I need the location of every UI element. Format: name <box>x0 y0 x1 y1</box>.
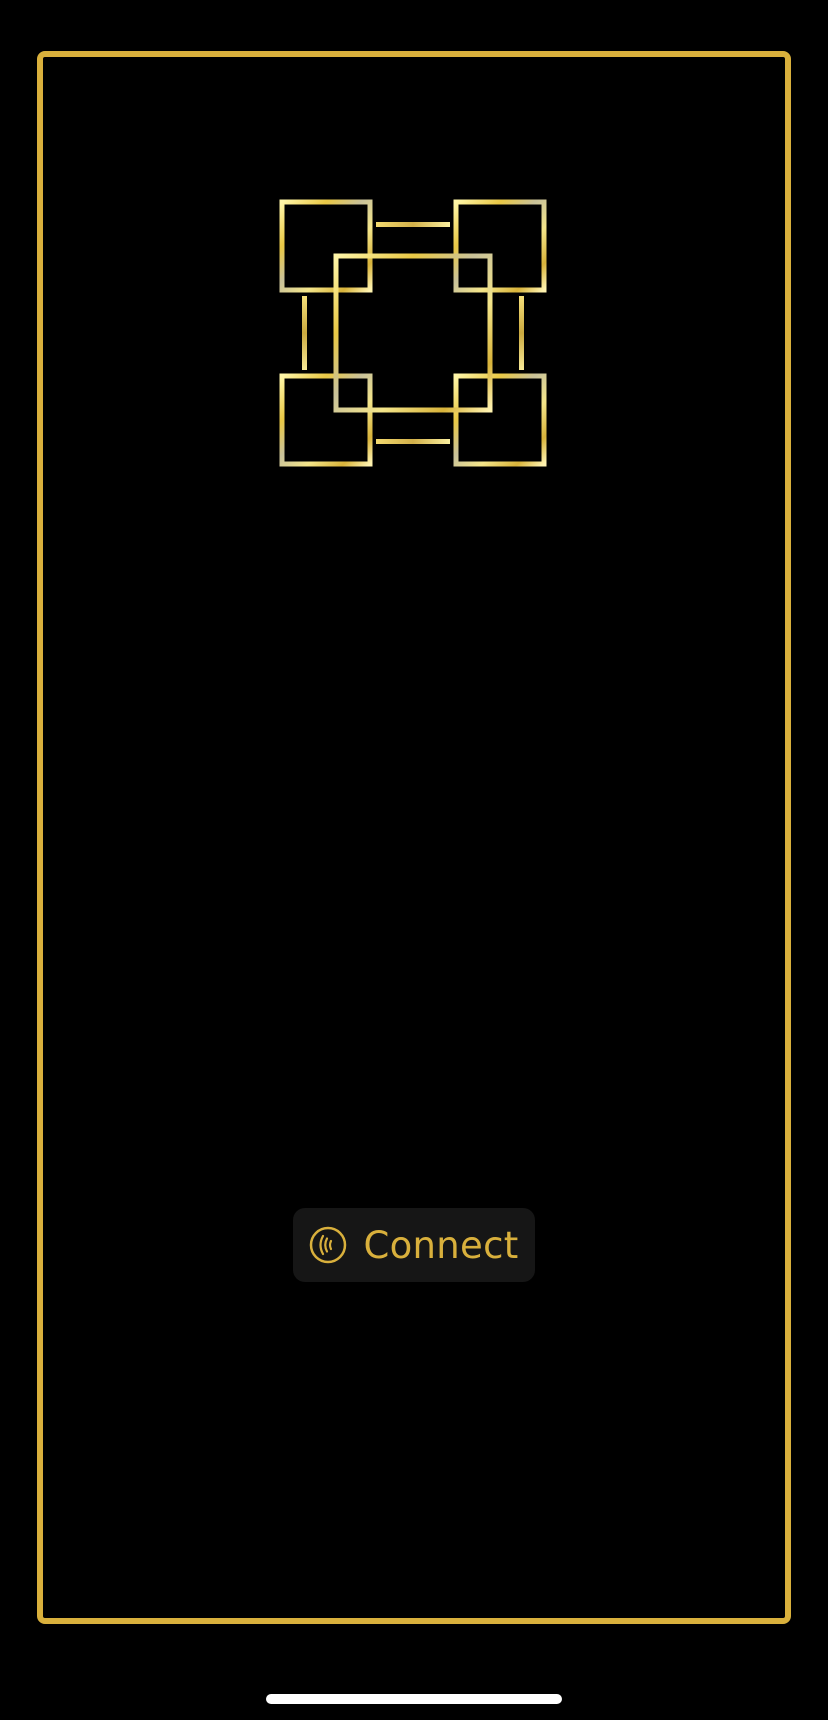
connect-button-label: Connect <box>363 1223 519 1267</box>
connect-button[interactable]: Connect <box>293 1208 535 1282</box>
home-indicator[interactable] <box>266 1694 562 1704</box>
contactless-signal-icon <box>310 1226 347 1264</box>
linked-squares-logo-icon <box>279 199 547 467</box>
